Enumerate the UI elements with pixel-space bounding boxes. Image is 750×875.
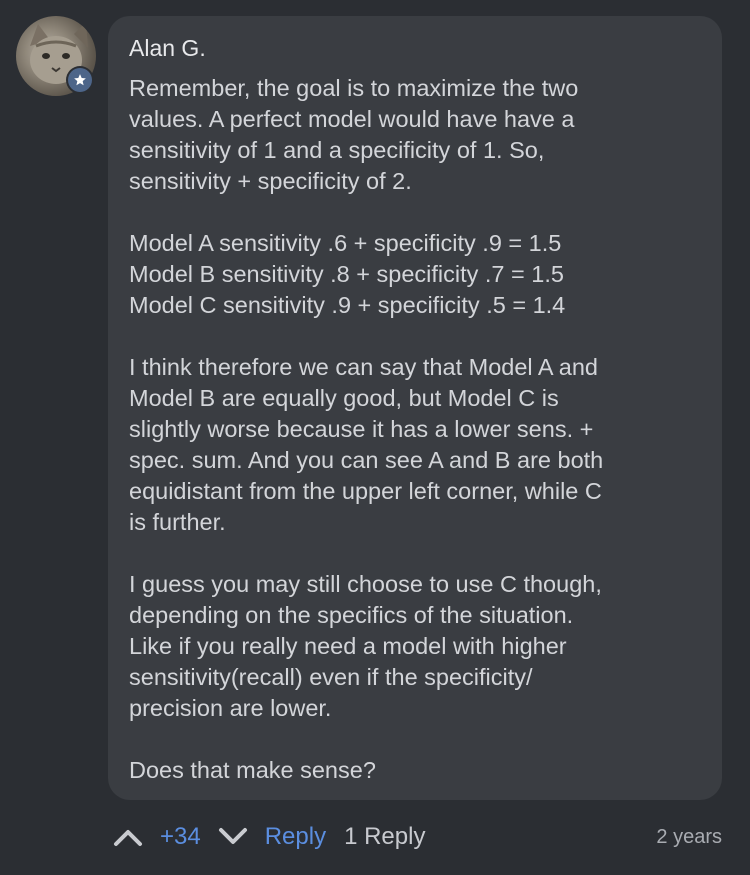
comment-body: Remember, the goal is to maximize the tw… — [129, 73, 702, 786]
vote-score: +34 — [160, 823, 201, 850]
comment-paragraph: I guess you may still choose to use C th… — [129, 571, 602, 721]
upvote-button[interactable] — [110, 819, 146, 855]
comment-bubble: Alan G. Remember, the goal is to maximiz… — [108, 16, 722, 800]
downvote-button[interactable] — [215, 819, 251, 855]
moderator-badge — [66, 66, 94, 94]
avatar[interactable] — [16, 16, 96, 96]
chevron-up-icon — [114, 830, 142, 846]
comment-paragraph: I think therefore we can say that Model … — [129, 354, 604, 535]
timestamp: 2 years — [656, 825, 722, 848]
view-replies-link[interactable]: 1 Reply — [344, 823, 425, 851]
author-name[interactable]: Alan G. — [129, 33, 702, 63]
comment-actions: +34 Reply 1 Reply 2 years — [108, 814, 722, 860]
comment-paragraph: Remember, the goal is to maximize the tw… — [129, 75, 579, 194]
star-icon — [74, 74, 86, 86]
comment-paragraph: Model A sensitivity .6 + specificity .9 … — [129, 230, 566, 318]
chevron-down-icon — [218, 828, 247, 844]
comment-paragraph: Does that make sense? — [129, 757, 376, 783]
reply-button[interactable]: Reply — [265, 823, 326, 851]
